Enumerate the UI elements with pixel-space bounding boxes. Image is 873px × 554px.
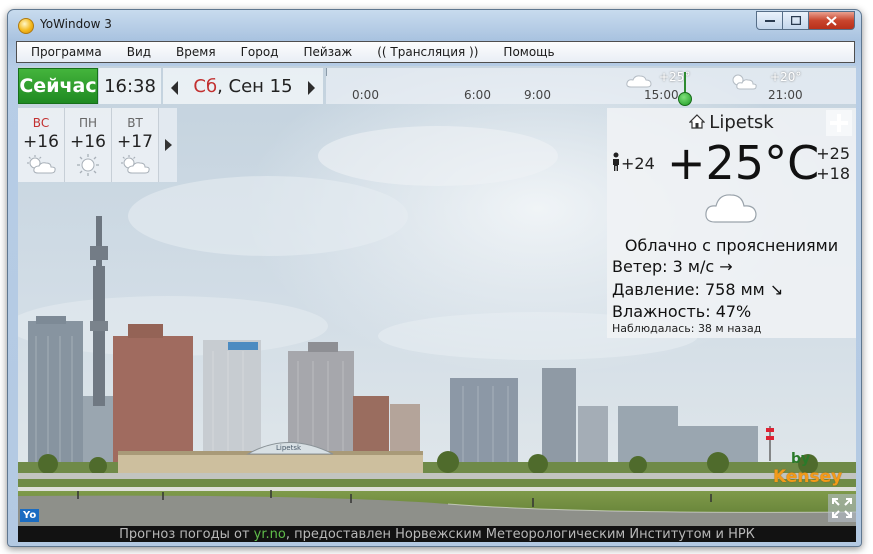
menu-broadcast[interactable]: (( Трансляция )): [377, 45, 478, 59]
credit-by: by: [791, 451, 811, 467]
city-header[interactable]: Lipetsk: [607, 112, 856, 133]
expand-icon: [832, 498, 852, 518]
date-text: Сб, Сен 15: [193, 76, 292, 97]
svg-text:Lipetsk: Lipetsk: [276, 444, 302, 452]
pressure-info: Давление: 758 мм ↘: [612, 280, 784, 299]
close-button[interactable]: [809, 11, 855, 30]
forecast-day[interactable]: ВС +16: [18, 108, 65, 182]
timeline-bar[interactable]: 0:00 6:00 9:00 15:00 21:00 +25° +20°: [326, 68, 856, 106]
chevron-right-icon: [164, 139, 172, 151]
footer-suffix: , предоставлен Норвежским Метеорологичес…: [285, 527, 755, 542]
menu-city[interactable]: Город: [241, 45, 279, 59]
menu-bar: Программа Вид Время Город Пейзаж (( Тран…: [16, 41, 855, 63]
forecast-day-temp: +16: [70, 132, 106, 152]
now-button[interactable]: Сейчас: [18, 68, 98, 104]
sun-cloud-icon: [18, 154, 64, 178]
minimize-button[interactable]: [756, 11, 783, 30]
home-icon: [689, 114, 706, 129]
footer-prefix: Прогноз погоды от: [119, 527, 254, 542]
forecast-day-name: ПН: [78, 116, 98, 130]
forecast-strip: ВС +16 ПН +16 ВТ +17: [18, 108, 177, 182]
forecast-more-button[interactable]: [159, 108, 177, 182]
humidity-info: Влажность: 47%: [612, 302, 752, 321]
forecast-day[interactable]: ПН +16: [65, 108, 112, 182]
timeline-label: 9:00: [524, 88, 551, 102]
current-temperature: +25°C: [667, 136, 820, 190]
menu-help[interactable]: Помощь: [503, 45, 554, 59]
date-weekday: Сб: [193, 75, 218, 97]
top-bar: Сейчас 16:38 Сб, Сен 15 0:00 6:00 9:00 1…: [18, 66, 856, 108]
cloud-icon: [705, 194, 757, 223]
timeline-label: 0:00: [352, 88, 379, 102]
add-city-button[interactable]: [826, 110, 852, 136]
forecast-day-temp: +17: [117, 132, 153, 152]
timeline-label: 6:00: [464, 88, 491, 102]
prev-day-icon[interactable]: [171, 81, 178, 95]
title-bar[interactable]: YoWindow 3: [8, 10, 861, 40]
person-icon: [613, 152, 619, 171]
wind-info: Ветер: 3 м/с →: [612, 257, 733, 276]
close-icon: [826, 15, 837, 26]
feels-like-temp: +24: [621, 154, 655, 173]
forecast-day-name: ВТ: [127, 116, 143, 130]
feels-like: +24: [611, 152, 655, 173]
yr-no-link[interactable]: yr.no: [254, 527, 286, 542]
sun-cloud-icon: [732, 74, 757, 90]
city-name: Lipetsk: [709, 112, 774, 133]
high-low: +25 +18: [816, 144, 850, 184]
observed-time: Наблюдалась: 38 м назад: [612, 322, 762, 335]
source-footer: Прогноз погоды от yr.no, предоставлен Но…: [18, 526, 856, 542]
menu-time[interactable]: Время: [176, 45, 216, 59]
next-day-icon[interactable]: [308, 81, 315, 95]
timeline-label: 21:00: [768, 88, 803, 102]
current-weather-panel: Lipetsk +24 +25°C +25 +18 Облачно с проя…: [607, 108, 856, 338]
timeline-temp: +20°: [770, 70, 802, 84]
menu-view[interactable]: Вид: [127, 45, 151, 59]
fullscreen-button[interactable]: [828, 494, 856, 522]
menu-landscape[interactable]: Пейзаж: [303, 45, 352, 59]
low-temp: +18: [816, 164, 850, 183]
current-time: 16:38: [99, 68, 161, 104]
forecast-day[interactable]: ВТ +17: [112, 108, 159, 182]
menu-program[interactable]: Программа: [31, 45, 102, 59]
minimize-icon: [764, 19, 775, 22]
window-title: YoWindow 3: [40, 17, 112, 31]
landscape-author[interactable]: Kensey: [773, 467, 842, 487]
high-temp: +25: [816, 144, 850, 163]
timeline-now-line: [684, 72, 686, 94]
timeline-tick: [326, 68, 327, 76]
plus-icon: [830, 114, 848, 132]
window-controls: [756, 11, 855, 30]
yowindow-logo[interactable]: Yo: [20, 509, 40, 522]
forecast-day-name: ВС: [32, 116, 50, 130]
maximize-icon: [790, 16, 801, 25]
maximize-button[interactable]: [783, 11, 809, 30]
weather-view: Lipetsk Сейчас 16:38 Сб, Сен 15 0:00 6:0…: [18, 66, 856, 542]
forecast-day-temp: +16: [23, 132, 59, 152]
timeline-now-handle[interactable]: [678, 92, 692, 106]
app-logo-icon: [18, 18, 34, 34]
cloud-icon: [626, 75, 652, 88]
sun-icon: [65, 154, 111, 180]
date-selector: Сб, Сен 15: [163, 68, 323, 104]
weather-condition: Облачно с прояснениями: [624, 236, 839, 255]
app-window: YoWindow 3 Программа Вид Время Город Пей…: [7, 9, 862, 547]
date-month-day: , Сен 15: [217, 75, 293, 97]
sun-cloud-icon: [112, 154, 158, 178]
timeline-label: 15:00: [644, 88, 679, 102]
